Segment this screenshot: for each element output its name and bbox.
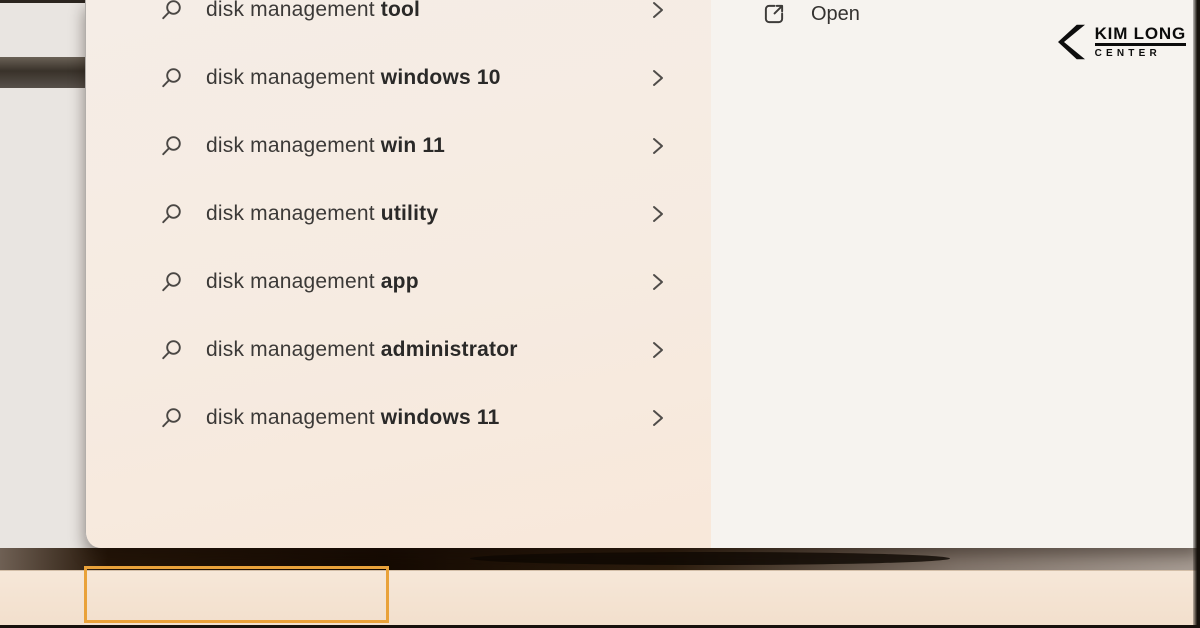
search-suggestions-pane: disk management tool disk management win… [86, 0, 711, 548]
suggestion-completion-text: windows 10 [381, 66, 501, 89]
search-icon [160, 66, 184, 90]
suggestion-query-text: disk management [206, 66, 381, 89]
chevron-right-icon[interactable] [651, 408, 665, 428]
suggestion-row[interactable]: disk management administrator [86, 316, 711, 384]
search-icon [160, 406, 184, 430]
suggestion-query-text: disk management [206, 270, 381, 293]
taskbar: Disk Management 37 LINE [0, 570, 1200, 628]
suggestion-query-text: disk management [206, 338, 381, 361]
logo-line2: CENTER [1095, 48, 1186, 59]
search-preview-pane: Open [711, 0, 1200, 548]
chevron-right-icon[interactable] [651, 340, 665, 360]
suggestion-completion-text: windows 11 [381, 406, 500, 429]
suggestion-completion-text: win 11 [381, 134, 445, 157]
search-flyout-panel: disk management tool disk management win… [85, 0, 1200, 548]
suggestion-row[interactable]: disk management windows 11 [86, 384, 711, 452]
suggestion-row[interactable]: disk management windows 10 [86, 44, 711, 112]
suggestion-completion-text: utility [381, 202, 438, 225]
suggestion-text: disk management administrator [206, 338, 518, 362]
logo-line1: KIM LONG [1095, 25, 1186, 47]
suggestion-completion-text: app [381, 270, 419, 293]
search-icon [160, 338, 184, 362]
suggestion-row[interactable]: disk management win 11 [86, 112, 711, 180]
suggestion-completion-text: tool [381, 0, 420, 21]
screen-edge-artifact [0, 0, 85, 3]
suggestion-completion-text: administrator [381, 338, 518, 361]
suggestion-text: disk management windows 11 [206, 406, 500, 430]
logo-chevron-icon [1058, 21, 1088, 63]
wallpaper-shape [470, 552, 950, 565]
search-icon [160, 270, 184, 294]
suggestion-text: disk management utility [206, 202, 438, 226]
suggestion-query-text: disk management [206, 406, 381, 429]
desktop-wallpaper-stripe [0, 57, 85, 88]
screen-edge-artifact [1193, 0, 1200, 628]
chevron-right-icon[interactable] [651, 136, 665, 156]
suggestion-text: disk management windows 10 [206, 66, 501, 90]
search-icon [160, 0, 184, 22]
suggestions-list: disk management tool disk management win… [86, 0, 711, 452]
chevron-right-icon[interactable] [651, 68, 665, 88]
chevron-right-icon[interactable] [651, 204, 665, 224]
kim-long-center-logo: KIM LONG CENTER [1058, 21, 1186, 63]
open-external-icon [761, 1, 787, 27]
suggestion-query-text: disk management [206, 202, 381, 225]
open-command[interactable]: Open [761, 1, 860, 27]
suggestion-query-text: disk management [206, 0, 381, 21]
chevron-right-icon[interactable] [651, 272, 665, 292]
suggestion-row[interactable]: disk management utility [86, 180, 711, 248]
chevron-right-icon[interactable] [651, 0, 665, 20]
suggestion-row[interactable]: disk management tool [86, 0, 711, 44]
open-label: Open [811, 3, 860, 26]
screen: disk management tool disk management win… [0, 0, 1200, 628]
suggestion-text: disk management app [206, 270, 419, 294]
suggestion-text: disk management tool [206, 0, 420, 22]
suggestion-query-text: disk management [206, 134, 381, 157]
suggestion-row[interactable]: disk management app [86, 248, 711, 316]
suggestion-text: disk management win 11 [206, 134, 445, 158]
logo-text: KIM LONG CENTER [1095, 25, 1186, 60]
search-icon [160, 134, 184, 158]
search-icon [160, 202, 184, 226]
